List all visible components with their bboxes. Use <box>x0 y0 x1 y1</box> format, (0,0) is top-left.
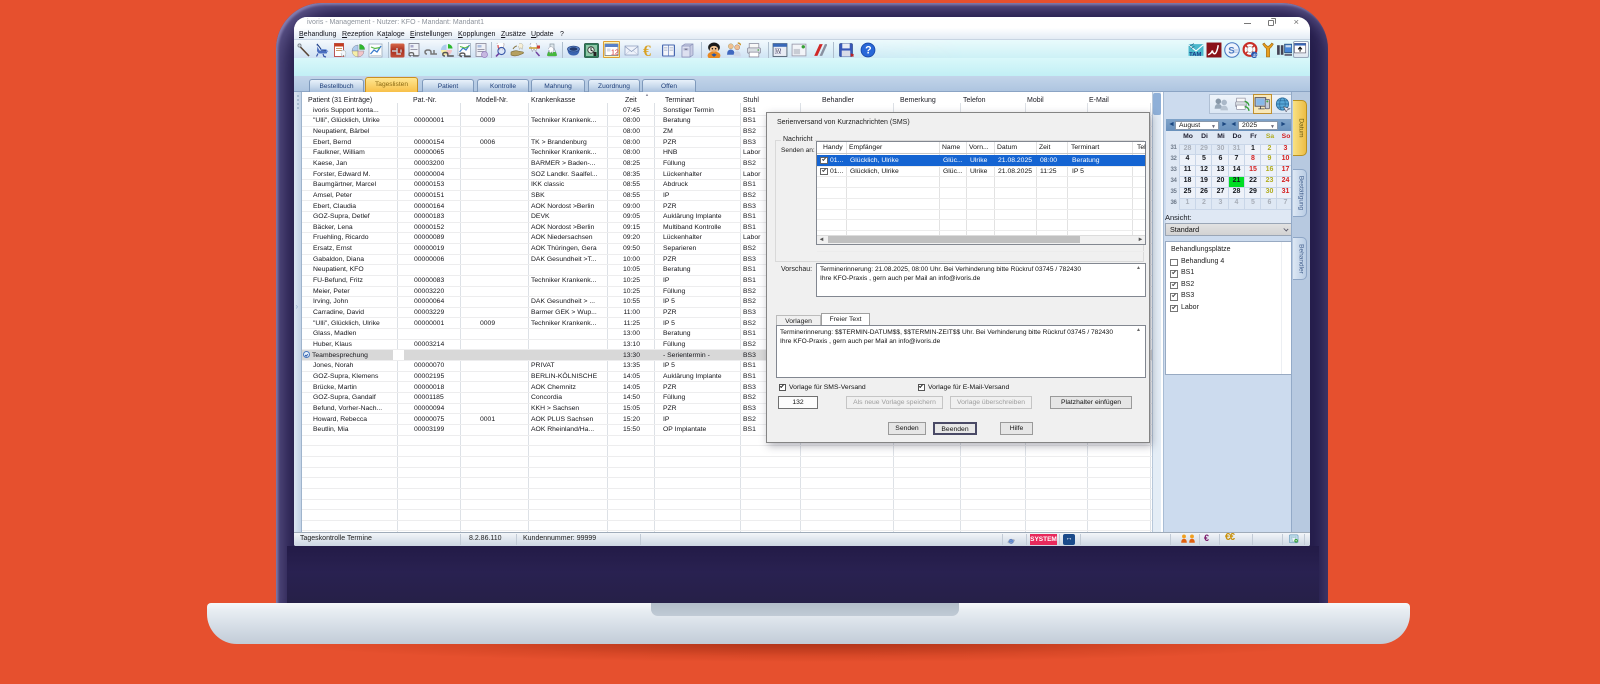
svg-text:TAM: TAM <box>1189 52 1201 58</box>
svg-text:12: 12 <box>611 50 619 57</box>
svg-text:?: ? <box>865 45 872 57</box>
svg-text:€: € <box>643 43 651 58</box>
svg-text:S: S <box>1228 46 1235 57</box>
